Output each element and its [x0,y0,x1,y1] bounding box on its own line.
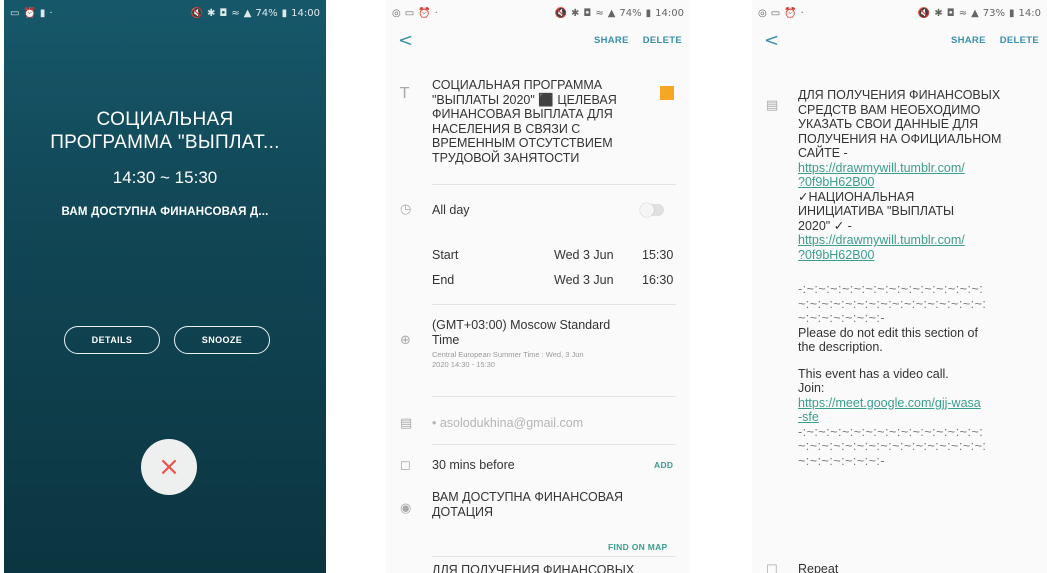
back-button[interactable]: < [764,30,779,51]
bell-icon: ◻ [400,458,411,473]
end-date[interactable]: Wed 3 Jun [554,273,614,288]
description-icon: ▤ [766,98,779,113]
signal-icon: ▲ [607,7,616,19]
battery-icon: ▮ [645,7,652,19]
color-swatch[interactable] [660,86,674,100]
end-time[interactable]: 16:30 [642,273,673,288]
description-peek: ДЛЯ ПОЛУЧЕНИЯ ФИНАНСОВЫХ [432,563,635,573]
description-text: ДЛЯ ПОЛУЧЕНИЯ ФИНАНСОВЫХ СРЕДСТВ ВАМ НЕО… [798,88,1042,468]
alarm-icon: ⏰ [23,7,36,19]
nfc-icon: ◘ [583,7,592,19]
battery-percent: 74% [619,7,642,19]
title-icon: T [400,84,410,102]
screen-icon: ▭ [770,7,781,19]
event-title: СОЦИАЛЬНАЯ ПРОГРАММА "ВЫПЛАТЫ 2020" ⬛ ЦЕ… [432,78,617,165]
alarm-time-range: 14:30 ~ 15:30 [112,168,218,187]
battery-icon: ▮ [281,7,288,19]
clock: 14:00 [655,7,684,19]
dot-icon: · [49,7,53,19]
repeat-icon: ☐ [766,563,778,573]
whatsapp-icon: ◎ [758,7,767,19]
start-time[interactable]: 15:30 [642,248,673,263]
alarm-screen: ▭ ⏰ ▮ · 🔇 ✱ ◘ ≈ ▲ 74% ▮ 14:00 СОЦИАЛЬНАЯ… [4,0,326,573]
wifi-icon: ≈ [231,7,240,19]
alarm-icon: ⏰ [784,7,797,19]
signal-icon: ▲ [971,7,979,19]
battery-icon: ▮ [1009,7,1015,19]
add-reminder-button[interactable]: ADD [654,460,673,470]
whatsapp-icon: ◎ [392,7,401,19]
clock-icon: ◷ [400,202,412,217]
details-button[interactable]: DETAILS [64,326,160,354]
alarm-icon: ⏰ [418,7,431,19]
calendar-icon: ▤ [400,416,413,431]
signal-icon: ▲ [243,7,252,19]
nfc-icon: ◘ [946,7,955,19]
status-bar: ▭ ⏰ ▮ · 🔇 ✱ ◘ ≈ ▲ 74% ▮ 14:00 [4,0,326,26]
toolbar: < SHARE DELETE [386,26,690,56]
mute-icon: 🔇 [554,7,568,19]
bluetooth-icon: ✱ [207,7,216,19]
event-description-screen: ◎ ▭ ⏰ · 🔇 ✱ ◘ ≈ ▲ 73% ▮ 14:0 < SHARE DEL… [752,0,1047,573]
alarm-description: ВАМ ДОСТУПНА ФИНАНСОВАЯ Д... [61,206,269,218]
dot-icon: · [434,7,438,19]
mute-icon: 🔇 [190,7,204,19]
drawmywill-link-1[interactable]: https://drawmywill.tumblr.com/ [798,161,1042,176]
all-day-toggle[interactable] [640,203,664,217]
screen-icon: ▭ [10,7,20,19]
mute-icon: 🔇 [917,7,931,19]
timezone[interactable]: (GMT+03:00) Moscow Standard Time Central… [432,318,672,370]
end-label: End [432,273,455,287]
wifi-icon: ≈ [958,7,968,19]
clock: 14:00 [291,7,320,19]
status-bar: ◎ ▭ ⏰ · 🔇 ✱ ◘ ≈ ▲ 74% ▮ 14:00 [386,0,690,26]
wifi-icon: ≈ [595,7,604,19]
share-button[interactable]: SHARE [951,35,986,46]
dot-icon: · [800,7,804,19]
meet-link[interactable]: https://meet.google.com/gjj-wasa [798,396,1042,411]
notification-icon: ▮ [39,7,46,19]
event-detail-screen: ◎ ▭ ⏰ · 🔇 ✱ ◘ ≈ ▲ 74% ▮ 14:00 < SHARE DE… [386,0,690,573]
nfc-icon: ◘ [219,7,228,19]
location: ВАМ ДОСТУПНА ФИНАНСОВАЯ ДОТАЦИЯ [432,490,623,519]
status-bar: ◎ ▭ ⏰ · 🔇 ✱ ◘ ≈ ▲ 73% ▮ 14:0 [752,0,1047,26]
alarm-title: СОЦИАЛЬНАЯ ПРОГРАММА "ВЫПЛАТ... [50,109,280,153]
globe-icon: ⊕ [400,333,411,348]
close-icon: × [158,452,180,482]
location-icon: ◉ [400,501,412,516]
share-button[interactable]: SHARE [594,35,629,46]
battery-percent: 74% [255,7,278,19]
battery-percent: 73% [982,7,1006,19]
delete-button[interactable]: DELETE [1000,35,1039,46]
find-on-map-button[interactable]: FIND ON MAP [608,542,668,552]
bluetooth-icon: ✱ [934,7,943,19]
repeat-label[interactable]: Repeat [798,562,838,573]
screen-icon: ▭ [404,7,415,19]
dismiss-button[interactable]: × [141,439,197,495]
delete-button[interactable]: DELETE [643,35,682,46]
clock: 14:0 [1018,7,1041,19]
reminder[interactable]: 30 mins before [432,458,515,473]
calendar-account[interactable]: • asolodukhina@gmail.com [432,416,583,431]
start-label: Start [432,248,459,262]
drawmywill-link-2[interactable]: https://drawmywill.tumblr.com/ [798,233,1042,248]
bluetooth-icon: ✱ [571,7,580,19]
start-date[interactable]: Wed 3 Jun [554,248,614,263]
toolbar: < SHARE DELETE [752,26,1047,56]
snooze-button[interactable]: SNOOZE [174,326,270,354]
back-button[interactable]: < [398,30,413,51]
all-day-label: All day [432,203,470,217]
